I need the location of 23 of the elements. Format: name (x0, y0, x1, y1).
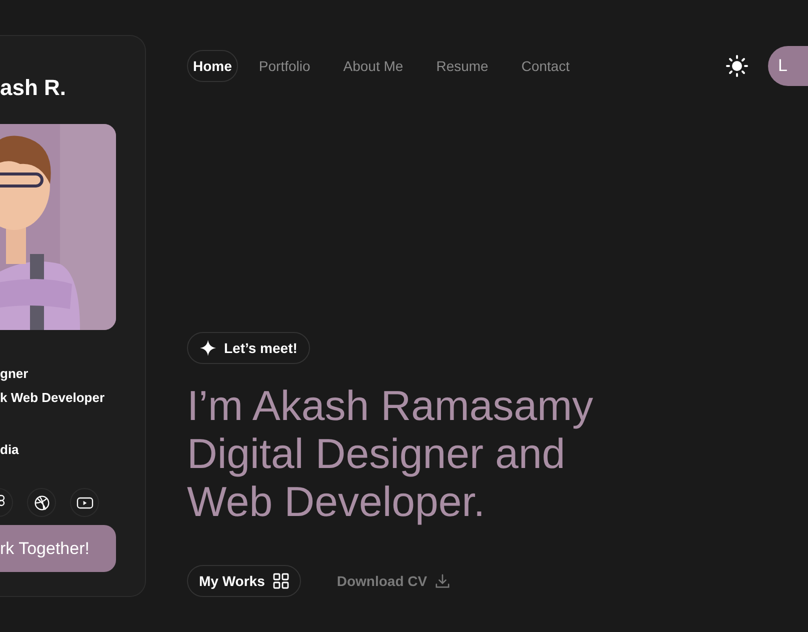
download-icon (435, 574, 450, 588)
badge-label: Let’s meet! (224, 338, 298, 358)
my-works-button[interactable]: My Works (187, 565, 301, 597)
download-cv-button[interactable]: Download CV (336, 570, 450, 592)
video-play-button[interactable] (70, 488, 99, 517)
work-together-button[interactable]: rk Together! (0, 525, 116, 572)
role-text: k Web Developer (0, 389, 106, 407)
nav-tab[interactable]: Resume (424, 50, 500, 82)
grid-icon (272, 573, 289, 589)
headline-text: Digital Designer and (187, 430, 566, 478)
nav-tab[interactable]: Home (187, 50, 238, 82)
sun-icon[interactable] (726, 55, 748, 77)
profile-name: ash R. (0, 74, 68, 102)
headline-text: I’m Akash Ramasamy (187, 382, 594, 430)
sparkle-icon (200, 340, 216, 356)
nav-tab[interactable]: About Me (331, 50, 416, 82)
role-text: gner (0, 365, 30, 383)
avatar[interactable]: L (768, 46, 808, 86)
nav-tab[interactable]: Portfolio (246, 50, 322, 82)
dribbble-button[interactable] (27, 488, 56, 517)
location-text: dia (0, 441, 20, 459)
headline-text: Web Developer. (187, 478, 486, 526)
nav-tab[interactable]: Contact (509, 50, 582, 82)
